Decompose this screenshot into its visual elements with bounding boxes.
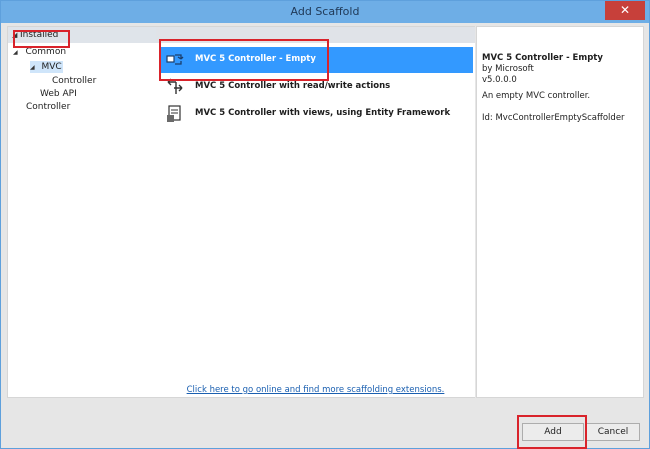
- scaffold-highlight-box: [159, 39, 329, 81]
- details-id: Id: MvcControllerEmptyScaffolder: [482, 113, 625, 123]
- dialog-title: Add Scaffold: [290, 5, 360, 18]
- tree-node-controller-label: Controller: [26, 102, 71, 112]
- cancel-button[interactable]: Cancel: [586, 423, 640, 441]
- add-highlight-box: [517, 415, 587, 449]
- scaffold-item-label: MVC 5 Controller with read/write actions: [195, 81, 391, 91]
- tree-node-mvc-controller-label: Controller: [52, 76, 97, 86]
- scaffold-item-controller-views[interactable]: MVC 5 Controller with views, using Entit…: [160, 101, 473, 127]
- tree-node-common[interactable]: ◢ Common: [13, 47, 66, 57]
- collapse-triangle-icon[interactable]: ◢: [13, 49, 18, 56]
- online-extensions-link[interactable]: Click here to go online and find more sc…: [156, 385, 475, 395]
- add-scaffold-dialog: Add Scaffold ✕ ◢ Installed ◢ Common ◢ MV…: [0, 0, 650, 449]
- close-button[interactable]: ✕: [605, 1, 645, 20]
- details-author: by Microsoft: [482, 64, 534, 74]
- collapse-triangle-icon[interactable]: ◢: [30, 64, 35, 71]
- tree-node-webapi[interactable]: Web API: [40, 89, 77, 99]
- tree-node-webapi-label: Web API: [40, 89, 77, 99]
- tree-node-mvc-label: MVC: [41, 62, 62, 72]
- tree-node-mvc-controller[interactable]: Controller: [52, 76, 96, 86]
- tree-node-mvc[interactable]: ◢ MVC: [30, 62, 62, 72]
- close-icon: ✕: [619, 3, 631, 17]
- tree-node-common-label: Common: [25, 47, 67, 57]
- category-tree: ◢ Installed ◢ Common ◢ MVC Controller We…: [7, 26, 158, 398]
- scaffold-item-label: MVC 5 Controller with views, using Entit…: [195, 108, 451, 118]
- scaffold-list: MVC 5 Controller - Empty MVC 5 Controlle…: [156, 26, 475, 398]
- controller-views-icon: [167, 105, 181, 122]
- title-bar[interactable]: Add Scaffold ✕: [1, 1, 649, 23]
- scaffold-details: MVC 5 Controller - Empty by Microsoft v5…: [476, 26, 644, 398]
- details-title: MVC 5 Controller - Empty: [482, 53, 603, 63]
- details-version: v5.0.0.0: [482, 75, 517, 85]
- mvc-highlight-box: [13, 30, 70, 48]
- tree-node-controller[interactable]: Controller: [26, 102, 70, 112]
- details-description: An empty MVC controller.: [482, 91, 591, 101]
